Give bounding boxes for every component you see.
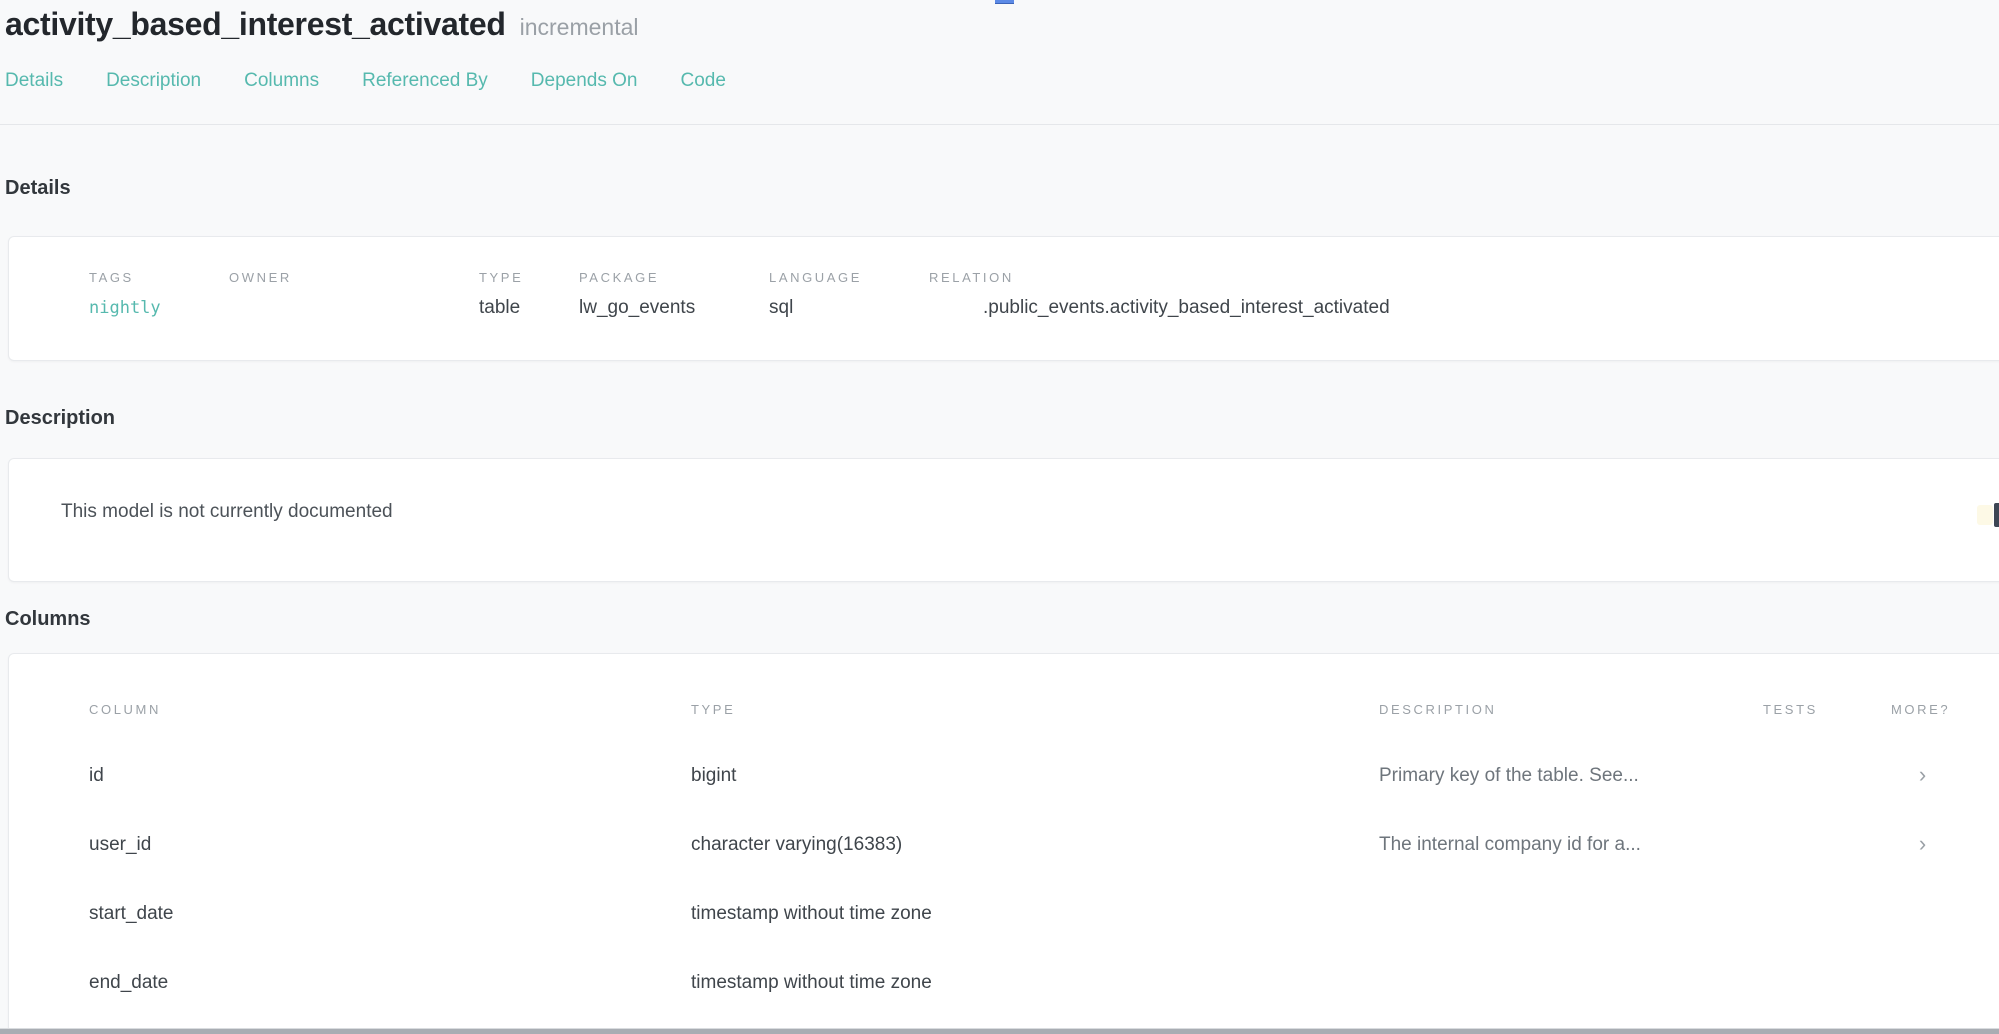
model-title: activity_based_interest_activated (5, 6, 506, 43)
columns-table-body: id bigint Primary key of the table. See.… (9, 741, 1999, 1017)
description-section-heading: Description (0, 407, 1999, 430)
detail-label-relation: RELATION (929, 270, 1999, 285)
clipped-right-highlight (1977, 505, 1993, 525)
column-name-cell: id (89, 765, 691, 787)
column-type-cell: timestamp without time zone (691, 903, 1379, 925)
detail-field-tags: TAGS nightly (89, 270, 229, 320)
table-row-start-date[interactable]: start_date timestamp without time zone (9, 879, 1999, 948)
header-type: TYPE (691, 702, 1379, 717)
tab-depends-on[interactable]: Depends On (531, 70, 638, 92)
bottom-divider (0, 1028, 1999, 1034)
column-type-cell: timestamp without time zone (691, 972, 1379, 994)
detail-label-language: LANGUAGE (769, 270, 929, 285)
detail-value-owner (229, 297, 479, 320)
detail-label-owner: OWNER (229, 270, 479, 285)
header-tests: TESTS (1763, 702, 1891, 717)
materialization-badge: incremental (520, 14, 639, 41)
detail-field-language: LANGUAGE sql (769, 270, 929, 320)
detail-label-tags: TAGS (89, 270, 229, 285)
column-description-cell: Primary key of the table. See... (1379, 765, 1763, 787)
detail-field-type: TYPE table (479, 270, 579, 320)
columns-table-header: COLUMN TYPE DESCRIPTION TESTS MORE? (9, 702, 1999, 717)
column-name-cell: start_date (89, 903, 691, 925)
detail-field-owner: OWNER (229, 270, 479, 320)
section-nav-tabs: Details Description Columns Referenced B… (0, 70, 1999, 92)
details-card: TAGS nightly OWNER TYPE table PACKAGE lw… (8, 236, 1999, 361)
column-name-cell: end_date (89, 972, 691, 994)
tabs-divider (0, 124, 1999, 125)
header-description: DESCRIPTION (1379, 702, 1763, 717)
header-column: COLUMN (89, 702, 691, 717)
table-row-user-id[interactable]: user_id character varying(16383) The int… (9, 810, 1999, 879)
tab-columns[interactable]: Columns (244, 70, 319, 92)
description-text: This model is not currently documented (61, 501, 1999, 523)
tab-referenced-by[interactable]: Referenced By (362, 70, 488, 92)
detail-field-package: PACKAGE lw_go_events (579, 270, 769, 320)
detail-label-package: PACKAGE (579, 270, 769, 285)
description-card: This model is not currently documented (8, 458, 1999, 582)
column-type-cell: character varying(16383) (691, 834, 1379, 856)
columns-section-heading: Columns (0, 608, 1999, 631)
column-description-cell: The internal company id for a... (1379, 834, 1763, 856)
table-row-id[interactable]: id bigint Primary key of the table. See.… (9, 741, 1999, 810)
details-section-heading: Details (0, 177, 1999, 200)
header-more: MORE? (1891, 702, 1954, 717)
columns-card: COLUMN TYPE DESCRIPTION TESTS MORE? id b… (8, 653, 1999, 1033)
chevron-right-icon[interactable]: › (1919, 764, 1926, 787)
clipped-right-element (1994, 503, 1999, 527)
tab-description[interactable]: Description (106, 70, 201, 92)
detail-value-package: lw_go_events (579, 297, 769, 320)
tag-link-nightly[interactable]: nightly (89, 298, 161, 318)
tab-code[interactable]: Code (680, 70, 725, 92)
detail-value-language: sql (769, 297, 929, 320)
detail-label-type: TYPE (479, 270, 579, 285)
page-header: activity_based_interest_activated increm… (0, 0, 1999, 43)
model-docs-page: activity_based_interest_activated increm… (0, 0, 1999, 1034)
column-type-cell: bigint (691, 765, 1379, 787)
chevron-right-icon[interactable]: › (1919, 833, 1926, 856)
tab-details[interactable]: Details (5, 70, 63, 92)
detail-field-relation: RELATION .public_events.activity_based_i… (929, 270, 1999, 320)
detail-value-relation: .public_events.activity_based_interest_a… (929, 297, 1999, 320)
table-row-end-date[interactable]: end_date timestamp without time zone (9, 948, 1999, 1017)
clipped-top-element (995, 0, 1014, 4)
column-name-cell: user_id (89, 834, 691, 856)
detail-value-type: table (479, 297, 579, 320)
